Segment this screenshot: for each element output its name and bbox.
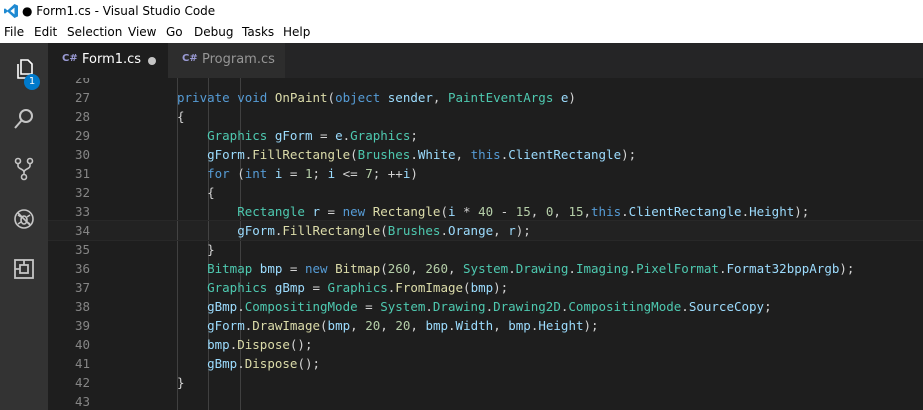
code-text[interactable]: gForm.FillRectangle(Brushes.Orange, r); bbox=[177, 221, 531, 240]
code-line[interactable]: 41 gBmp.Dispose(); bbox=[48, 354, 923, 373]
tab-form1[interactable]: C# Form1.cs bbox=[48, 43, 168, 78]
code-line[interactable]: 42} bbox=[48, 373, 923, 392]
line-number: 39 bbox=[74, 318, 90, 333]
code-text[interactable]: bmp.Dispose(); bbox=[177, 335, 312, 354]
line-number: 27 bbox=[74, 90, 90, 105]
explorer-badge: 1 bbox=[24, 74, 40, 90]
search-icon bbox=[14, 109, 33, 129]
explorer-button[interactable]: 1 bbox=[0, 49, 48, 90]
code-line[interactable]: 34 gForm.FillRectangle(Brushes.Orange, r… bbox=[48, 220, 923, 241]
code-editor[interactable]: 26 27 private void OnPaint(object sender, … bbox=[48, 78, 923, 410]
code-line[interactable]: 38 gBmp.CompositingMode = System.Drawing… bbox=[48, 297, 923, 316]
tab-program[interactable]: C# Program.cs bbox=[168, 43, 285, 78]
line-number: 26 bbox=[74, 78, 90, 86]
menu-view[interactable]: View bbox=[128, 25, 156, 39]
line-number: 33 bbox=[74, 204, 90, 219]
code-text[interactable]: gForm.FillRectangle(Brushes.White, this.… bbox=[177, 145, 636, 164]
code-text[interactable]: gBmp.CompositingMode = System.Drawing.Dr… bbox=[177, 297, 772, 316]
line-number: 30 bbox=[74, 147, 90, 162]
code-line[interactable]: 32 { bbox=[48, 183, 923, 202]
extensions-icon bbox=[14, 259, 34, 279]
title-bar: ● Form1.cs - Visual Studio Code bbox=[0, 0, 923, 22]
code-text[interactable]: Rectangle r = new Rectangle(i * 40 - 15,… bbox=[177, 202, 809, 221]
code-line[interactable]: 31 for (int i = 1; i <= 7; ++i) bbox=[48, 164, 923, 183]
code-line[interactable]: 39 gForm.DrawImage(bmp, 20, 20, bmp.Widt… bbox=[48, 316, 923, 335]
tab-label: Form1.cs bbox=[82, 52, 142, 67]
vscode-logo-icon bbox=[4, 4, 18, 18]
source-control-button[interactable] bbox=[0, 149, 48, 189]
code-line[interactable]: 36 Bitmap bmp = new Bitmap(260, 260, Sys… bbox=[48, 259, 923, 278]
code-text[interactable]: Graphics gForm = e.Graphics; bbox=[177, 126, 418, 145]
debug-button[interactable] bbox=[0, 199, 48, 239]
code-text[interactable]: Graphics gBmp = Graphics.FromImage(bmp); bbox=[177, 278, 508, 297]
line-number: 29 bbox=[74, 128, 90, 143]
line-number: 31 bbox=[74, 166, 90, 181]
activity-bar: 1 bbox=[0, 43, 48, 410]
menu-help[interactable]: Help bbox=[283, 25, 310, 39]
code-line[interactable]: 27 private void OnPaint(object sender, Pa… bbox=[48, 88, 923, 107]
code-text[interactable]: } bbox=[177, 373, 185, 392]
code-text[interactable]: gBmp.Dispose(); bbox=[177, 354, 320, 373]
line-number: 38 bbox=[74, 299, 90, 314]
code-text[interactable]: for (int i = 1; i <= 7; ++i) bbox=[177, 164, 418, 183]
line-number: 37 bbox=[74, 280, 90, 295]
code-line[interactable]: 26 bbox=[48, 78, 923, 88]
code-line[interactable]: 35 } bbox=[48, 240, 923, 259]
menu-edit[interactable]: Edit bbox=[34, 25, 57, 39]
line-number: 35 bbox=[74, 242, 90, 257]
search-button[interactable] bbox=[0, 99, 48, 139]
line-number: 36 bbox=[74, 261, 90, 276]
menu-bar: File Edit Selection View Go Debug Tasks … bbox=[0, 22, 923, 43]
code-text[interactable]: { bbox=[177, 183, 215, 202]
menu-selection[interactable]: Selection bbox=[67, 25, 122, 39]
csharp-file-icon: C# bbox=[62, 53, 78, 64]
menu-debug[interactable]: Debug bbox=[194, 25, 233, 39]
code-line[interactable]: 40 bmp.Dispose(); bbox=[48, 335, 923, 354]
menu-file[interactable]: File bbox=[4, 25, 24, 39]
code-text[interactable]: private void OnPaint(object sender, Pain… bbox=[177, 88, 576, 107]
debug-icon bbox=[14, 209, 34, 229]
line-number: 41 bbox=[74, 356, 90, 371]
code-line[interactable]: 37 Graphics gBmp = Graphics.FromImage(bm… bbox=[48, 278, 923, 297]
tab-label: Program.cs bbox=[202, 52, 275, 67]
line-number: 42 bbox=[74, 375, 90, 390]
code-line[interactable]: 28 { bbox=[48, 107, 923, 126]
code-text[interactable]: { bbox=[177, 107, 185, 126]
code-text[interactable]: gForm.DrawImage(bmp, 20, 20, bmp.Width, … bbox=[177, 316, 598, 335]
source-control-icon bbox=[14, 157, 34, 181]
code-text[interactable]: } bbox=[177, 240, 215, 259]
menu-tasks[interactable]: Tasks bbox=[242, 25, 274, 39]
tab-bar: C# Form1.cs C# Program.cs bbox=[48, 43, 923, 78]
code-text[interactable]: Bitmap bmp = new Bitmap(260, 260, System… bbox=[177, 259, 854, 278]
code-line[interactable]: 30 gForm.FillRectangle(Brushes.White, th… bbox=[48, 145, 923, 164]
unsaved-dot-icon[interactable] bbox=[148, 57, 156, 65]
code-line[interactable]: 29 Graphics gForm = e.Graphics; bbox=[48, 126, 923, 145]
extensions-button[interactable] bbox=[0, 249, 48, 289]
code-line[interactable]: 43 bbox=[48, 392, 923, 410]
window-title: ● Form1.cs - Visual Studio Code bbox=[22, 4, 216, 18]
code-line[interactable]: 33 Rectangle r = new Rectangle(i * 40 - … bbox=[48, 202, 923, 221]
csharp-file-icon: C# bbox=[182, 53, 198, 64]
line-number: 34 bbox=[74, 223, 90, 238]
line-number: 40 bbox=[74, 337, 90, 352]
line-number: 32 bbox=[74, 185, 90, 200]
line-number: 43 bbox=[74, 394, 90, 409]
menu-go[interactable]: Go bbox=[166, 25, 183, 39]
line-number: 28 bbox=[74, 109, 90, 124]
